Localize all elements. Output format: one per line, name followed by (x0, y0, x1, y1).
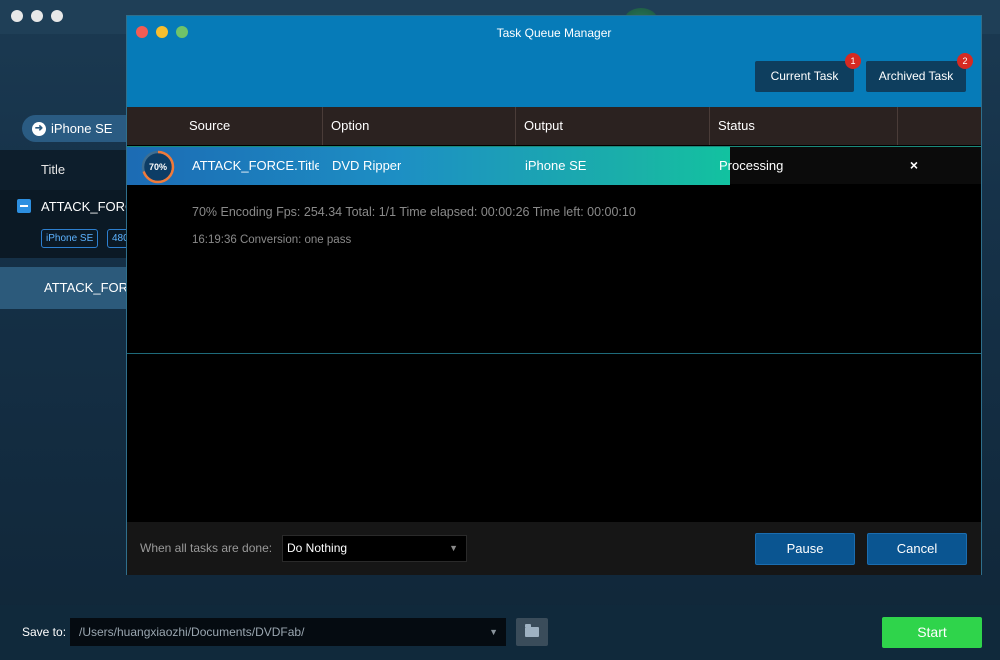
column-status: Status (710, 107, 898, 145)
chevron-down-icon: ▼ (489, 627, 498, 637)
pause-button[interactable]: Pause (755, 533, 855, 565)
title-list-item-selected[interactable]: ATTACK_FORC (0, 267, 137, 309)
archived-count-badge: 2 (957, 53, 973, 69)
task-table-header: Source Option Output Status (127, 107, 981, 145)
main-minimize-dot[interactable] (31, 10, 43, 22)
column-source: Source (181, 107, 323, 145)
cancel-button[interactable]: Cancel (867, 533, 967, 565)
when-done-value: Do Nothing (287, 541, 348, 555)
when-done-select[interactable]: Do Nothing ▼ (282, 535, 467, 562)
device-profile-button[interactable]: ➜ iPhone SE (22, 115, 140, 142)
task-row[interactable]: 70% ATTACK_FORCE.Title DVD Ripper iPhone… (127, 146, 981, 185)
task-progress-details: 70% Encoding Fps: 254.34 Total: 1/1 Time… (192, 205, 636, 219)
remove-task-icon[interactable]: × (907, 147, 921, 185)
title-list-item[interactable]: ATTACK_FORC iPhone SE 480 (0, 190, 134, 258)
tab-label: Archived Task (878, 69, 954, 83)
column-output: Output (516, 107, 710, 145)
tab-archived-task[interactable]: Archived Task 2 (866, 53, 973, 92)
save-path-value: /Users/huangxiaozhi/Documents/DVDFab/ (79, 625, 305, 639)
tab-label: Current Task (770, 69, 839, 83)
dialog-title: Task Queue Manager (496, 26, 612, 40)
task-status: Processing (719, 158, 784, 173)
main-window-controls (11, 10, 63, 22)
main-close-dot[interactable] (11, 10, 23, 22)
column-option: Option (323, 107, 516, 145)
tab-current-task[interactable]: Current Task 1 (755, 53, 861, 92)
device-profile-label: iPhone SE (51, 121, 113, 136)
dialog-header: Task Queue Manager Current Task 1 Archiv… (127, 16, 981, 107)
title-column-header: Title (0, 150, 130, 190)
folder-icon (525, 624, 539, 637)
task-source: ATTACK_FORCE.Title (192, 158, 319, 173)
save-path-dropdown[interactable]: /Users/huangxiaozhi/Documents/DVDFab/ ▼ (70, 618, 506, 646)
title-name: ATTACK_FORC (44, 280, 138, 295)
chevron-down-icon: ▼ (449, 543, 458, 553)
progress-percent: 70% (148, 162, 167, 172)
main-zoom-dot[interactable] (51, 10, 63, 22)
task-output: iPhone SE (525, 158, 587, 173)
arrow-right-icon: ➜ (32, 121, 46, 136)
queue-divider (127, 353, 981, 354)
when-done-label: When all tasks are done: (140, 541, 273, 555)
task-conversion-info: 16:19:36 Conversion: one pass (192, 234, 352, 246)
profile-tag[interactable]: iPhone SE (41, 229, 99, 248)
title-column-label: Title (41, 162, 66, 177)
dialog-footer: When all tasks are done: Do Nothing ▼ Pa… (127, 522, 981, 575)
save-to-label: Save to: (22, 625, 67, 639)
collapse-icon[interactable] (17, 199, 31, 213)
browse-folder-button[interactable] (516, 618, 548, 646)
title-name: ATTACK_FORC (41, 199, 135, 214)
task-queue-dialog: Task Queue Manager Current Task 1 Archiv… (126, 15, 982, 575)
task-option: DVD Ripper (332, 158, 402, 173)
start-button[interactable]: Start (882, 617, 982, 648)
task-count-badge: 1 (845, 53, 861, 69)
